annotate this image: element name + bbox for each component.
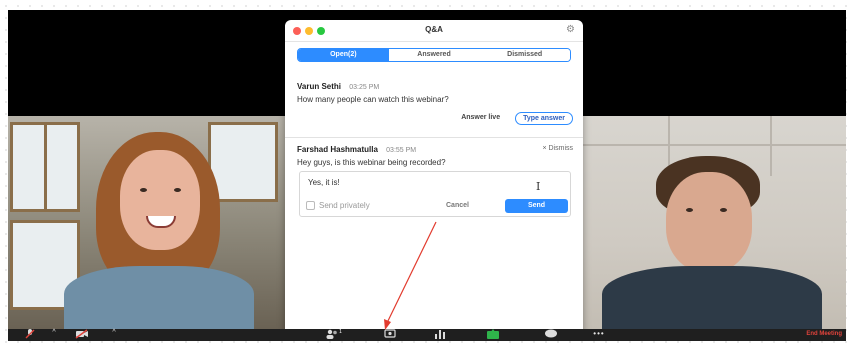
arrow-head-icon — [384, 319, 391, 330]
annotation-arrow — [384, 221, 437, 330]
arrow-line — [385, 221, 437, 326]
